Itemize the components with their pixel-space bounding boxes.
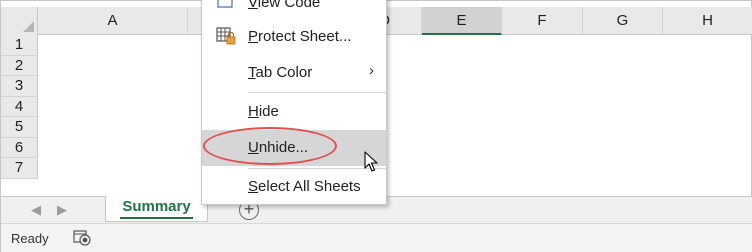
menu-item-label: Tab Color — [248, 64, 313, 81]
row-header-3[interactable]: 3 — [1, 76, 38, 97]
column-header-g[interactable]: G — [583, 7, 663, 35]
menu-item-view-code[interactable]: View Code — [202, 0, 386, 21]
cell-grid[interactable] — [38, 35, 751, 196]
sheet-tab-summary[interactable]: Summary — [105, 196, 208, 222]
row-header-6[interactable]: 6 — [1, 137, 38, 158]
menu-separator — [248, 92, 386, 93]
column-header-a[interactable]: A — [38, 7, 188, 35]
menu-item-hide[interactable]: Hide — [202, 94, 386, 130]
menu-item-label: Select All Sheets — [248, 178, 361, 195]
column-header-e[interactable]: E — [422, 7, 502, 35]
view-code-icon — [217, 0, 233, 8]
mouse-cursor-icon — [364, 151, 378, 172]
row-header-4[interactable]: 4 — [1, 96, 38, 117]
menu-item-protect-sheet[interactable]: Protect Sheet... — [202, 19, 386, 55]
status-bar: Ready — [1, 223, 752, 252]
menu-item-label: Hide — [248, 103, 279, 120]
scroll-tabs-left-icon[interactable]: ◀ — [31, 202, 41, 218]
annotation-circle — [203, 127, 337, 165]
row-header-2[interactable]: 2 — [1, 55, 38, 76]
row-header-5[interactable]: 5 — [1, 117, 38, 138]
status-ready-text: Ready — [11, 231, 49, 246]
column-header-f[interactable]: F — [502, 7, 583, 35]
row-header-1[interactable]: 1 — [1, 35, 38, 56]
excel-window: A B C D E F G H 1 2 3 4 5 6 7 ◀ ▶ Summar… — [0, 0, 752, 252]
scroll-tabs-right-icon[interactable]: ▶ — [57, 202, 67, 218]
row-header-7[interactable]: 7 — [1, 158, 38, 179]
menu-item-select-all-sheets[interactable]: Select All Sheets — [202, 169, 386, 205]
row-header-bar: 1 2 3 4 5 6 7 — [1, 35, 38, 179]
select-all-corner[interactable] — [1, 7, 38, 35]
sheet-tab-label: Summary — [120, 196, 193, 219]
protect-sheet-icon — [216, 27, 236, 45]
submenu-arrow-icon: › — [369, 62, 374, 79]
menu-item-tab-color[interactable]: Tab Color › — [202, 55, 386, 91]
sheet-context-menu: View Code Protect Sheet... Tab Color › H… — [201, 0, 387, 205]
menu-item-label: Protect Sheet... — [248, 28, 352, 45]
column-header-h[interactable]: H — [663, 7, 752, 35]
macro-record-icon[interactable] — [73, 230, 91, 246]
menu-item-label: View Code — [248, 0, 321, 11]
